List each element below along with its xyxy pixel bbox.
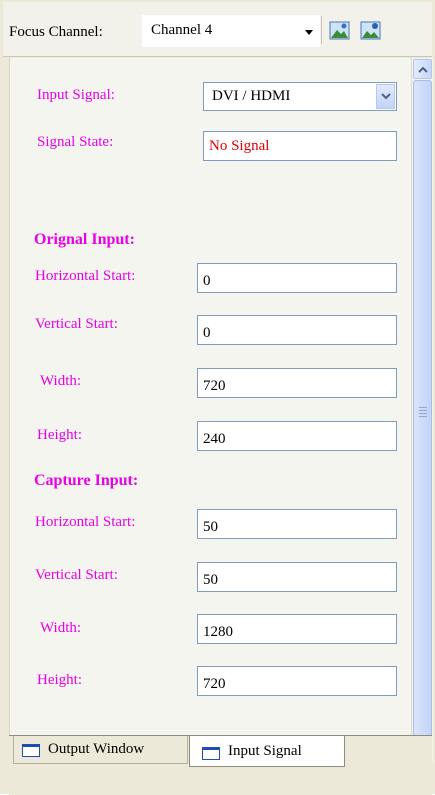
channel-combo[interactable]: Channel 4 xyxy=(142,15,320,47)
input-signal-label: Input Signal: xyxy=(37,87,115,103)
input-signal-select-value: DVI / HDMI xyxy=(212,88,291,104)
toolbar-separator xyxy=(321,16,322,44)
cap-horizontal-start-label: Horizontal Start: xyxy=(35,514,136,530)
orig-horizontal-start-input[interactable] xyxy=(197,263,397,293)
image-user-icon xyxy=(360,21,381,40)
scroll-up-button[interactable] xyxy=(413,59,432,79)
focus-channel-label: Focus Channel: xyxy=(9,24,103,40)
tab-label: Output Window xyxy=(48,741,145,757)
tab-output-window[interactable]: Output Window xyxy=(13,736,188,764)
window-icon xyxy=(202,747,220,760)
chevron-up-icon xyxy=(418,66,428,73)
grip-line xyxy=(419,416,427,417)
capture-input-heading: Capture Input: xyxy=(34,472,139,489)
app-window: Focus Channel: Channel 4 Input Signal: D… xyxy=(0,0,435,795)
tab-label: Input Signal xyxy=(228,743,302,759)
dropdown-arrow-icon[interactable] xyxy=(305,30,313,35)
vertical-scrollbar[interactable] xyxy=(411,58,433,762)
input-signal-select[interactable]: DVI / HDMI xyxy=(203,82,397,111)
orig-horizontal-start-label: Horizontal Start: xyxy=(35,268,136,284)
signal-state-field: No Signal xyxy=(203,131,397,161)
image-user-button[interactable] xyxy=(360,21,382,41)
orig-height-label: Height: xyxy=(37,427,82,443)
tab-input-signal[interactable]: Input Signal xyxy=(189,736,345,767)
orig-vertical-start-label: Vertical Start: xyxy=(35,316,118,332)
image-icon xyxy=(329,21,350,40)
signal-state-label: Signal State: xyxy=(37,134,114,150)
grip-line xyxy=(419,413,427,414)
grip-line xyxy=(419,410,427,411)
cap-horizontal-start-input[interactable] xyxy=(197,509,397,539)
orig-width-label: Width: xyxy=(40,373,82,389)
image-button[interactable] xyxy=(329,21,351,41)
orig-width-input[interactable] xyxy=(197,368,397,398)
bottom-tab-bar: Output Window Input Signal xyxy=(9,735,432,795)
grip-line xyxy=(419,407,427,408)
cap-height-label: Height: xyxy=(37,672,82,688)
cap-height-input[interactable] xyxy=(197,666,397,696)
cap-width-label: Width: xyxy=(40,620,82,636)
toolbar: Focus Channel: Channel 4 xyxy=(3,2,432,57)
chevron-down-icon xyxy=(381,93,391,100)
orig-height-input[interactable] xyxy=(197,421,397,451)
channel-combo-value: Channel 4 xyxy=(151,22,213,38)
window-icon xyxy=(22,744,40,757)
scroll-thumb[interactable] xyxy=(413,80,432,740)
select-dropdown-button[interactable] xyxy=(376,84,395,109)
cap-vertical-start-input[interactable] xyxy=(197,562,397,592)
cap-vertical-start-label: Vertical Start: xyxy=(35,567,118,583)
orig-vertical-start-input[interactable] xyxy=(197,315,397,345)
cap-width-input[interactable] xyxy=(197,614,397,644)
original-input-heading: Orignal Input: xyxy=(34,231,135,248)
input-signal-panel: Input Signal: DVI / HDMI Signal State: N… xyxy=(9,58,412,735)
